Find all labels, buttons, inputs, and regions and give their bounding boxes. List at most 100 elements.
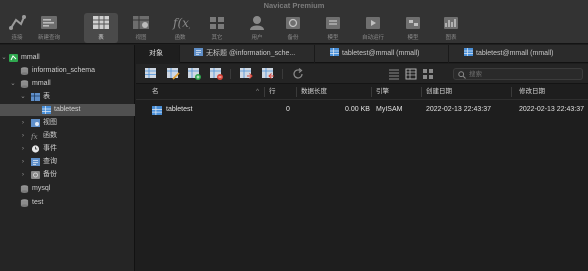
toolbar-label: 自动运行	[361, 35, 384, 41]
tab-bar: 对象 无标题 @information_sche... tabletest@mm…	[136, 45, 588, 63]
toolbar-model-button-2[interactable]: 模型	[396, 13, 430, 43]
toolbar-label: 备份	[287, 35, 299, 41]
toolbar-function-button[interactable]: f(x) 函数	[163, 13, 197, 43]
database-icon	[20, 199, 29, 207]
tree-item-functions[interactable]: › fx 函数	[0, 130, 135, 142]
title-toolbar: Navicat Premium 连接 新建查询 表 视图 f(x) 函数 其它 …	[0, 0, 588, 44]
function-icon: f(x)	[172, 16, 190, 30]
tree-item-test[interactable]: test	[0, 197, 135, 209]
refresh-icon[interactable]	[292, 68, 305, 80]
cell-name: tabletest	[166, 106, 193, 113]
tab-tabletest-2[interactable]: tabletest@mmall (mmall)	[449, 45, 588, 63]
toolbar-label: 连接	[11, 35, 23, 41]
tree-item-mysql[interactable]: mysql	[0, 183, 135, 195]
column-header-rows[interactable]: 行	[269, 85, 276, 99]
toolbar-other-button[interactable]: 其它	[200, 13, 234, 43]
open-table-icon[interactable]	[145, 68, 158, 80]
tab-label: tabletest@mmall (mmall)	[476, 50, 554, 57]
import-icon[interactable]	[240, 68, 253, 80]
toolbar-automation-button[interactable]: 自动运行	[356, 13, 390, 43]
event-icon	[31, 145, 40, 153]
toolbar-view-button[interactable]: 视图	[124, 13, 158, 43]
tree-item-label: 备份	[43, 171, 57, 178]
toolbar-connection-button[interactable]: 连接	[0, 13, 34, 43]
function-icon: fx	[31, 133, 38, 140]
toolbar-chart-button[interactable]: 图表	[434, 13, 468, 43]
cell-rows: 0	[286, 106, 290, 113]
tab-label: 无标题 @information_sche...	[206, 50, 296, 57]
export-icon[interactable]	[262, 68, 275, 80]
tab-untitled-query[interactable]: 无标题 @information_sche...	[180, 45, 315, 63]
connection-icon	[9, 15, 26, 30]
column-divider[interactable]	[264, 87, 265, 97]
column-divider[interactable]	[296, 87, 297, 97]
chevron-right-icon[interactable]: ›	[19, 117, 27, 129]
chevron-right-icon[interactable]: ›	[19, 143, 27, 155]
table-icon	[93, 16, 109, 29]
tree-item-information-schema[interactable]: information_schema	[0, 65, 135, 77]
chart-icon	[444, 17, 458, 29]
tab-objects[interactable]: 对象	[136, 45, 180, 63]
tree-item-connection-mmall[interactable]: ⌄ mmall	[0, 52, 135, 64]
tree-item-label: tabletest	[54, 106, 81, 113]
cell-modified: 2022-02-13 22:43:37	[519, 106, 584, 113]
tree-item-tabletest[interactable]: tabletest	[0, 104, 135, 116]
toolbar-new-query-button[interactable]: 新建查询	[32, 13, 66, 43]
model-icon	[406, 17, 420, 29]
view-icon	[31, 119, 40, 127]
database-icon	[20, 67, 29, 75]
search-input[interactable]	[469, 69, 579, 79]
object-list-table: 名 ^ 行 数据长度 引擎 创建日期 修改日期 tabletest 0 0.00…	[136, 85, 588, 271]
column-divider[interactable]	[421, 87, 422, 97]
other-icon	[210, 17, 224, 29]
chevron-down-icon[interactable]: ⌄	[0, 52, 8, 64]
tree-item-label: 视图	[43, 119, 57, 126]
tree-item-events[interactable]: › 事件	[0, 143, 135, 155]
chevron-right-icon[interactable]: ›	[19, 130, 27, 142]
tab-tabletest-1[interactable]: tabletest@mmall (mmall)	[315, 45, 449, 63]
chevron-down-icon[interactable]: ⌄	[19, 91, 27, 103]
header-divider	[136, 99, 588, 100]
tree-item-label: 事件	[43, 145, 57, 152]
delete-table-icon[interactable]	[210, 68, 223, 80]
connection-icon	[9, 54, 18, 62]
tree-item-label: test	[32, 199, 44, 206]
tab-label: tabletest@mmall (mmall)	[342, 50, 420, 57]
detail-view-icon[interactable]	[405, 68, 418, 80]
toolbar-label: 模型	[327, 35, 339, 41]
toolbar-label: 表	[98, 35, 104, 41]
design-table-icon[interactable]	[167, 68, 180, 80]
automation-icon	[366, 17, 380, 29]
tree-item-tables[interactable]: ⌄ 表	[0, 91, 135, 103]
tree-item-backups[interactable]: › 备份	[0, 169, 135, 181]
query-icon	[194, 48, 203, 56]
grid-view-icon[interactable]	[422, 68, 435, 80]
tree-item-queries[interactable]: › 查询	[0, 156, 135, 168]
model-icon	[326, 17, 340, 29]
toolbar-label: 视图	[135, 35, 147, 41]
column-divider[interactable]	[511, 87, 512, 97]
new-table-icon[interactable]	[188, 68, 201, 80]
chevron-right-icon[interactable]: ›	[19, 169, 27, 181]
toolbar-user-button[interactable]: 用户	[240, 13, 274, 43]
sort-ascending-icon[interactable]: ^	[256, 85, 259, 99]
column-divider[interactable]	[371, 87, 372, 97]
tree-item-label: mmall	[32, 80, 51, 87]
column-header-modified[interactable]: 修改日期	[519, 85, 545, 99]
chevron-right-icon[interactable]: ›	[19, 156, 27, 168]
tree-item-database-mmall[interactable]: ⌄ mmall	[0, 78, 135, 90]
column-header-created[interactable]: 创建日期	[426, 85, 452, 99]
chevron-down-icon[interactable]: ⌄	[9, 78, 17, 90]
column-header-engine[interactable]: 引擎	[376, 85, 389, 99]
column-header-data-length[interactable]: 数据长度	[301, 85, 327, 99]
tree-item-views[interactable]: › 视图	[0, 117, 135, 129]
column-header-name[interactable]: 名	[152, 85, 159, 99]
list-view-icon[interactable]	[388, 68, 401, 80]
toolbar-model-button[interactable]: 模型	[316, 13, 350, 43]
toolbar-table-button[interactable]: 表	[84, 13, 118, 43]
object-toolbar	[136, 64, 588, 84]
toolbar-backup-button[interactable]: 备份	[276, 13, 310, 43]
main-toolbar: 连接 新建查询 表 视图 f(x) 函数 其它 用户 备份	[0, 13, 588, 43]
search-box[interactable]	[453, 68, 583, 80]
toolbar-label: 其它	[211, 35, 223, 41]
